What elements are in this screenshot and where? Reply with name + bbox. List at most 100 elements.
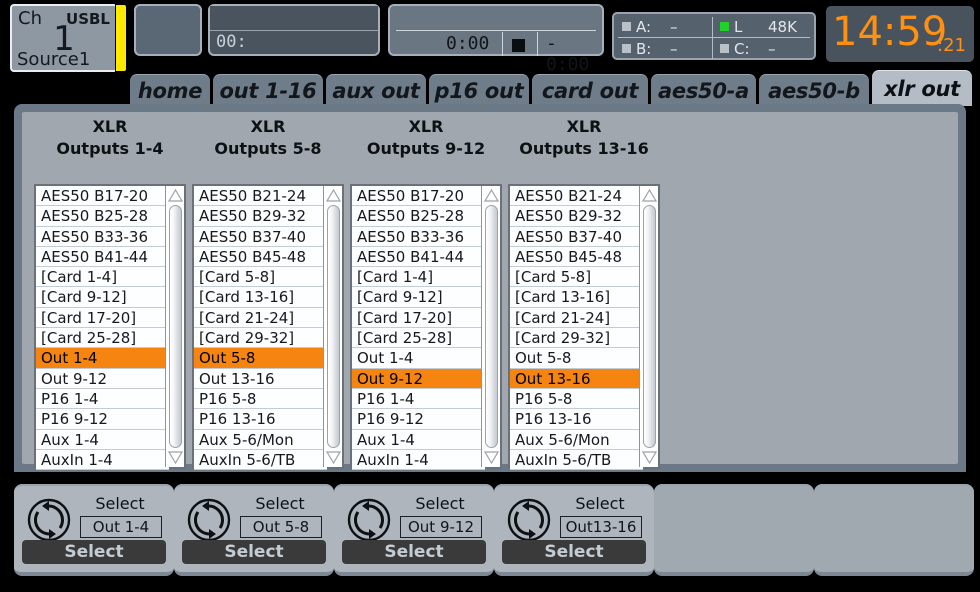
- list-item[interactable]: Out 1-4: [36, 348, 169, 368]
- scrollbar-thumb[interactable]: [485, 205, 498, 448]
- tab-out-1-16[interactable]: out 1-16: [213, 74, 323, 106]
- list-item[interactable]: Out 5-8: [194, 348, 327, 368]
- tab-aux-out[interactable]: aux out: [326, 74, 426, 106]
- select-button[interactable]: Select: [182, 540, 326, 564]
- encoder-select[interactable]: SelectOut 9-12Select: [334, 484, 494, 576]
- list-item[interactable]: AES50 B37-40: [510, 227, 643, 247]
- list-item[interactable]: Out 13-16: [510, 369, 643, 389]
- list-item[interactable]: AES50 B37-40: [194, 227, 327, 247]
- channel-strip-display[interactable]: Ch USBL 1 Source1: [10, 4, 118, 72]
- rotary-encoder-icon[interactable]: [27, 498, 71, 542]
- list-item[interactable]: [Card 29-32]: [194, 328, 327, 348]
- scroll-up-arrow-icon[interactable]: [168, 189, 183, 202]
- list-item[interactable]: [Card 5-8]: [510, 267, 643, 287]
- scrollbar-thumb[interactable]: [327, 205, 340, 448]
- tab-xlr-out[interactable]: xlr out: [872, 70, 972, 106]
- list-item[interactable]: AES50 B45-48: [194, 247, 327, 267]
- routing-source-list[interactable]: AES50 B17-20AES50 B25-28AES50 B33-36AES5…: [350, 184, 502, 469]
- rotary-encoder-icon[interactable]: [347, 498, 391, 542]
- routing-source-list[interactable]: AES50 B21-24AES50 B29-32AES50 B37-40AES5…: [192, 184, 344, 469]
- list-item[interactable]: [Card 9-12]: [36, 287, 169, 307]
- list-item[interactable]: AES50 B33-36: [36, 227, 169, 247]
- scrollbar[interactable]: [323, 186, 342, 467]
- list-item[interactable]: [Card 21-24]: [194, 308, 327, 328]
- list-item[interactable]: AES50 B21-24: [194, 186, 327, 206]
- list-item[interactable]: AES50 B33-36: [352, 227, 485, 247]
- scroll-down-arrow-icon[interactable]: [642, 451, 657, 464]
- scroll-down-arrow-icon[interactable]: [484, 451, 499, 464]
- list-item[interactable]: AES50 B25-28: [36, 206, 169, 226]
- list-item[interactable]: [Card 25-28]: [352, 328, 485, 348]
- rotary-encoder-icon[interactable]: [187, 498, 231, 542]
- scrollbar-thumb[interactable]: [169, 205, 182, 448]
- list-item[interactable]: [Card 17-20]: [352, 308, 485, 328]
- scroll-down-arrow-icon[interactable]: [326, 451, 341, 464]
- list-item[interactable]: P16 5-8: [510, 389, 643, 409]
- list-item[interactable]: AES50 B45-48: [510, 247, 643, 267]
- list-item[interactable]: [Card 5-8]: [194, 267, 327, 287]
- list-item[interactable]: AES50 B17-20: [36, 186, 169, 206]
- scroll-up-arrow-icon[interactable]: [484, 189, 499, 202]
- list-item[interactable]: P16 9-12: [36, 409, 169, 429]
- list-item[interactable]: Out 5-8: [510, 348, 643, 368]
- tab-card-out[interactable]: card out: [532, 74, 648, 106]
- list-item[interactable]: Aux 5-6/Mon: [194, 430, 327, 450]
- list-item[interactable]: [Card 9-12]: [352, 287, 485, 307]
- encoder-value[interactable]: Out 9-12: [400, 516, 482, 538]
- tab-aes50-b[interactable]: aes50-b: [759, 74, 869, 106]
- clock-display[interactable]: 14:59 :21: [826, 6, 974, 62]
- scrollbar-thumb[interactable]: [643, 205, 656, 448]
- list-item[interactable]: P16 13-16: [510, 409, 643, 429]
- list-item[interactable]: [Card 13-16]: [510, 287, 643, 307]
- tab-aes50-a[interactable]: aes50-a: [651, 74, 756, 106]
- list-item[interactable]: AuxIn 5-6/TB: [194, 450, 327, 470]
- scroll-down-arrow-icon[interactable]: [168, 451, 183, 464]
- list-item[interactable]: AuxIn 1-4: [36, 450, 169, 470]
- encoder-select[interactable]: SelectOut 1-4Select: [14, 484, 174, 576]
- list-item[interactable]: [Card 25-28]: [36, 328, 169, 348]
- list-item[interactable]: Aux 5-6/Mon: [510, 430, 643, 450]
- encoder-select[interactable]: SelectOut13-16Select: [494, 484, 654, 576]
- list-item[interactable]: Out 9-12: [352, 369, 485, 389]
- routing-source-list[interactable]: AES50 B21-24AES50 B29-32AES50 B37-40AES5…: [508, 184, 660, 469]
- list-item[interactable]: Aux 1-4: [36, 430, 169, 450]
- list-item[interactable]: AES50 B41-44: [36, 247, 169, 267]
- list-item[interactable]: AES50 B29-32: [194, 206, 327, 226]
- list-item[interactable]: P16 13-16: [194, 409, 327, 429]
- list-item[interactable]: P16 1-4: [352, 389, 485, 409]
- list-item[interactable]: AuxIn 5-6/TB: [510, 450, 643, 470]
- list-item[interactable]: P16 9-12: [352, 409, 485, 429]
- list-item[interactable]: AES50 B17-20: [352, 186, 485, 206]
- encoder-value[interactable]: Out 5-8: [240, 516, 322, 538]
- encoder-value[interactable]: Out 1-4: [80, 516, 162, 538]
- list-item[interactable]: [Card 29-32]: [510, 328, 643, 348]
- list-item[interactable]: [Card 1-4]: [36, 267, 169, 287]
- list-item[interactable]: [Card 21-24]: [510, 308, 643, 328]
- stop-square-icon[interactable]: [512, 39, 525, 52]
- list-item[interactable]: [Card 17-20]: [36, 308, 169, 328]
- encoder-select[interactable]: SelectOut 5-8Select: [174, 484, 334, 576]
- scroll-up-arrow-icon[interactable]: [642, 189, 657, 202]
- timecode-panel[interactable]: 00:: [208, 4, 380, 56]
- list-item[interactable]: Out 9-12: [36, 369, 169, 389]
- scrollbar[interactable]: [165, 186, 184, 467]
- list-item[interactable]: P16 5-8: [194, 389, 327, 409]
- list-item[interactable]: Out 1-4: [352, 348, 485, 368]
- list-item[interactable]: AES50 B21-24: [510, 186, 643, 206]
- scroll-up-arrow-icon[interactable]: [326, 189, 341, 202]
- list-item[interactable]: AuxIn 1-4: [352, 450, 485, 470]
- list-item[interactable]: Aux 1-4: [352, 430, 485, 450]
- tab-p16-out[interactable]: p16 out: [429, 74, 529, 106]
- select-button[interactable]: Select: [342, 540, 486, 564]
- select-button[interactable]: Select: [22, 540, 166, 564]
- list-item[interactable]: AES50 B41-44: [352, 247, 485, 267]
- list-item[interactable]: Out 13-16: [194, 369, 327, 389]
- list-item[interactable]: AES50 B29-32: [510, 206, 643, 226]
- list-item[interactable]: P16 1-4: [36, 389, 169, 409]
- routing-source-list[interactable]: AES50 B17-20AES50 B25-28AES50 B33-36AES5…: [34, 184, 186, 469]
- transport-panel[interactable]: 0:00 - 0:00: [388, 4, 604, 56]
- scrollbar[interactable]: [639, 186, 658, 467]
- select-button[interactable]: Select: [502, 540, 646, 564]
- rotary-encoder-icon[interactable]: [507, 498, 551, 542]
- encoder-value[interactable]: Out13-16: [560, 516, 642, 538]
